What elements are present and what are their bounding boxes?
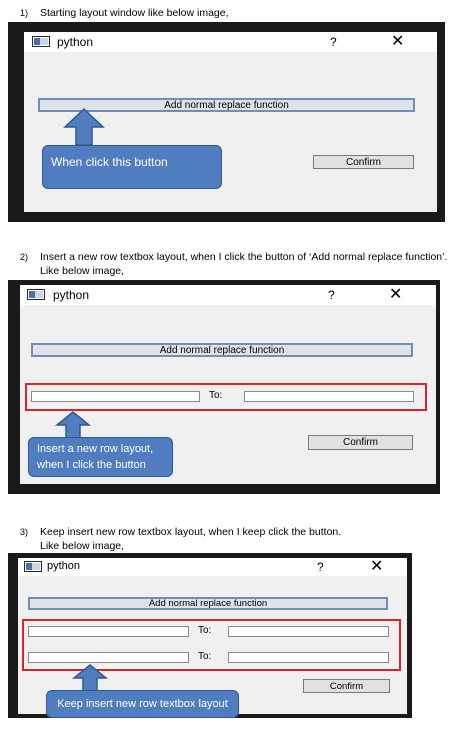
callout-click-button: When click this button (42, 145, 222, 189)
step-description: Keep insert new row textbox layout, when… (40, 526, 342, 538)
to-textbox-1[interactable] (228, 626, 389, 637)
confirm-button[interactable]: Confirm (313, 155, 414, 169)
to-textbox[interactable] (244, 391, 414, 402)
window-title: python (53, 288, 90, 302)
callout-text: Keep insert new row textbox layout (57, 698, 228, 710)
from-textbox[interactable] (31, 391, 200, 402)
add-normal-replace-function-button[interactable]: Add normal replace function (28, 597, 388, 610)
to-label-2: To: (198, 651, 212, 662)
from-textbox-1[interactable] (28, 626, 189, 637)
up-arrow-icon (54, 411, 92, 439)
title-bar: python ? ✕ (20, 285, 436, 305)
python-app-icon (24, 561, 42, 572)
up-arrow-icon (71, 664, 109, 692)
callout-insert-row: Insert a new row layout, when I click th… (28, 437, 173, 477)
title-bar: python ? ✕ (18, 558, 407, 576)
callout-keep-insert: Keep insert new row textbox layout (46, 690, 239, 718)
to-label: To: (209, 390, 223, 401)
callout-text: When click this button (51, 155, 168, 169)
title-bar: python ? ✕ (24, 32, 437, 52)
step-description: Insert a new row textbox layout, when I … (40, 251, 448, 263)
close-icon[interactable]: ✕ (389, 287, 402, 303)
window-title: python (47, 560, 81, 572)
up-arrow-icon (63, 107, 105, 146)
from-textbox-2[interactable] (28, 652, 189, 663)
step-number: 1) (20, 8, 29, 18)
confirm-button[interactable]: Confirm (303, 679, 390, 693)
callout-text: when I click the button (37, 459, 146, 471)
confirm-button[interactable]: Confirm (308, 435, 413, 450)
add-normal-replace-function-button[interactable]: Add normal replace function (31, 343, 413, 357)
to-label-1: To: (198, 625, 212, 636)
close-icon[interactable]: ✕ (370, 559, 383, 575)
help-icon[interactable]: ? (317, 560, 324, 574)
python-app-icon (32, 36, 50, 47)
close-icon[interactable]: ✕ (391, 34, 404, 50)
step-description: Like below image, (40, 265, 125, 277)
step-number: 2) (20, 252, 29, 262)
window-title: python (57, 35, 94, 49)
callout-text: Insert a new row layout, (37, 443, 154, 455)
help-icon[interactable]: ? (328, 288, 335, 302)
python-app-icon (27, 289, 45, 300)
step-number: 3) (20, 527, 29, 537)
step-description: Starting layout window like below image, (40, 7, 229, 19)
to-textbox-2[interactable] (228, 652, 389, 663)
help-icon[interactable]: ? (330, 35, 337, 49)
step-description: Like below image, (40, 540, 125, 552)
